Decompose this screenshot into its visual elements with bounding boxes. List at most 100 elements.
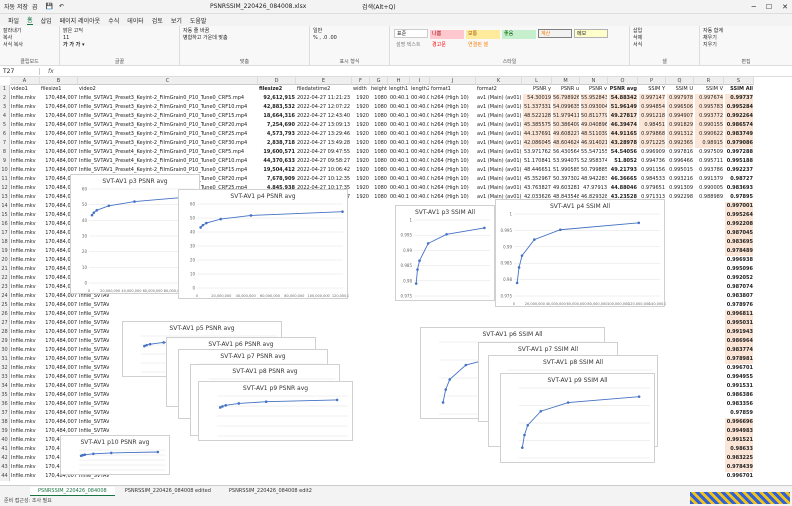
row-header[interactable]: 33 bbox=[0, 373, 10, 382]
table-cell[interactable]: 0.996938 bbox=[725, 256, 753, 265]
row-header[interactable]: 4 bbox=[0, 112, 10, 121]
table-cell[interactable]: h264 (High 10) bbox=[431, 157, 475, 166]
style-note[interactable]: 메모 bbox=[574, 29, 608, 38]
table-cell[interactable]: 1080 bbox=[371, 193, 387, 202]
table-cell[interactable]: 48.446651 bbox=[523, 166, 551, 175]
table-cell[interactable]: 170,484,007 bbox=[41, 364, 77, 373]
table-cell[interactable]: 00:40.0 bbox=[411, 148, 429, 157]
chart[interactable]: SVT-AV1 p4 PSNR avg 0 10 20 30 40 50 60 0 20,000,… bbox=[178, 189, 349, 299]
table-cell[interactable]: 1080 bbox=[371, 103, 387, 112]
table-cell[interactable]: 00:40.0 bbox=[411, 175, 429, 184]
table-cell[interactable]: 0.97895 bbox=[725, 193, 753, 202]
column-title[interactable]: SSIM Y bbox=[639, 85, 665, 94]
table-cell[interactable]: 54.30019 bbox=[523, 94, 551, 103]
table-cell[interactable]: Infile_SVTAV bbox=[79, 337, 109, 346]
table-cell[interactable]: 0.997288 bbox=[725, 148, 753, 157]
row-header[interactable]: 26 bbox=[0, 310, 10, 319]
table-cell[interactable]: h264 (High 10) bbox=[431, 130, 475, 139]
table-cell[interactable]: 55.952843 bbox=[581, 94, 607, 103]
column-header[interactable]: H bbox=[388, 77, 410, 85]
table-cell[interactable]: 48.522128 bbox=[523, 112, 551, 121]
table-cell[interactable]: 00:40.1 bbox=[389, 184, 409, 193]
table-cell[interactable]: Infile.mkv bbox=[11, 274, 39, 283]
table-cell[interactable]: 0.99737 bbox=[725, 94, 753, 103]
row-header[interactable]: 25 bbox=[0, 301, 10, 310]
table-cell[interactable]: 1920 bbox=[353, 166, 369, 175]
row-header[interactable]: 31 bbox=[0, 355, 10, 364]
table-cell[interactable]: 19,504,412 bbox=[259, 166, 295, 175]
row-header[interactable]: 32 bbox=[0, 364, 10, 373]
row-header[interactable]: 9 bbox=[0, 157, 10, 166]
table-cell[interactable]: Infile.mkv bbox=[11, 301, 39, 310]
row-header[interactable]: 6 bbox=[0, 130, 10, 139]
table-cell[interactable]: Infile.mkv bbox=[11, 292, 39, 301]
table-cell[interactable]: Infile_SVTAV bbox=[79, 373, 109, 382]
table-cell[interactable]: Infile_SVTAV bbox=[79, 346, 109, 355]
chart[interactable]: SVT-AV1 p9 PSNR avg bbox=[198, 381, 353, 441]
table-cell[interactable]: 0.997509 bbox=[695, 148, 723, 157]
delete-cells-button[interactable]: 삭제 bbox=[633, 35, 696, 42]
table-cell[interactable]: Infile_SVTAV1_Preset3_Keyint-2_FilmGrain… bbox=[79, 94, 257, 103]
table-cell[interactable]: 170,484,007 bbox=[41, 418, 77, 427]
table-cell[interactable]: 0.991309 bbox=[667, 184, 693, 193]
table-cell[interactable]: Infile.mkv bbox=[11, 364, 39, 373]
table-cell[interactable]: 1920 bbox=[353, 184, 369, 193]
autosum-button[interactable]: 자동 합계 bbox=[703, 28, 789, 35]
table-cell[interactable]: 0.991531 bbox=[725, 382, 753, 391]
row-header[interactable]: 41 bbox=[0, 445, 10, 454]
column-header[interactable]: R bbox=[694, 77, 724, 85]
table-cell[interactable]: 0.990155 bbox=[695, 121, 723, 130]
table-cell[interactable]: 2022-04-27 12:07:22 bbox=[297, 103, 351, 112]
bold-button[interactable]: 가 가 가 ▾ bbox=[63, 42, 176, 49]
table-cell[interactable]: 00:40.0 bbox=[411, 130, 429, 139]
spreadsheet-grid[interactable]: A B C D E F G H I J K L M N O P Q R S 1 2 3 4 5 6 7 8 9 10 11 12 13 14 15… bbox=[0, 77, 792, 485]
table-cell[interactable]: 1920 bbox=[353, 175, 369, 184]
table-cell[interactable]: 1080 bbox=[371, 139, 387, 148]
row-header[interactable]: 30 bbox=[0, 346, 10, 355]
table-cell[interactable]: 00:40.1 bbox=[389, 121, 409, 130]
table-cell[interactable]: 00:40.1 bbox=[389, 193, 409, 202]
table-cell[interactable]: Infile.mkv bbox=[11, 454, 39, 463]
table-cell[interactable]: 43.28978 bbox=[609, 139, 637, 148]
table-cell[interactable]: av1 (Main) (av01) bbox=[477, 121, 521, 130]
row-header[interactable]: 39 bbox=[0, 427, 10, 436]
ribbon-tab[interactable]: 수식 bbox=[108, 16, 119, 25]
column-title[interactable]: filesize1 bbox=[41, 85, 77, 94]
column-header[interactable]: O bbox=[608, 77, 638, 85]
table-cell[interactable]: Infile.mkv bbox=[11, 112, 39, 121]
table-cell[interactable]: Infile_SVTAV bbox=[79, 400, 109, 409]
row-header[interactable]: 43 bbox=[0, 463, 10, 472]
column-header[interactable]: D bbox=[258, 77, 296, 85]
sheet-tab[interactable]: PSNRSSIM_220426_084008 edit2 bbox=[221, 487, 320, 495]
column-header[interactable]: E bbox=[296, 77, 352, 85]
table-cell[interactable]: Infile.mkv bbox=[11, 229, 39, 238]
table-cell[interactable]: Infile_SVTAV bbox=[79, 355, 109, 364]
row-header[interactable]: 1 bbox=[0, 85, 10, 94]
table-cell[interactable]: h264 (High 10) bbox=[431, 121, 475, 130]
table-cell[interactable]: 0.994955 bbox=[725, 373, 753, 382]
table-cell[interactable]: 00:40.1 bbox=[389, 175, 409, 184]
table-cell[interactable]: av1 (Main) (av01) bbox=[477, 175, 521, 184]
table-cell[interactable]: 49.040896 bbox=[581, 121, 607, 130]
table-cell[interactable]: 49.603281 bbox=[553, 184, 579, 193]
table-cell[interactable]: 0.995264 bbox=[725, 211, 753, 220]
column-title[interactable]: video2 bbox=[79, 85, 257, 94]
table-cell[interactable]: Infile_SVTAV bbox=[79, 391, 109, 400]
table-cell[interactable]: 46.39474 bbox=[609, 121, 637, 130]
table-cell[interactable]: 92,612,915 bbox=[259, 94, 295, 103]
table-cell[interactable]: 1080 bbox=[371, 157, 387, 166]
table-cell[interactable]: 2,838,718 bbox=[259, 139, 295, 148]
row-header[interactable]: 38 bbox=[0, 418, 10, 427]
table-cell[interactable]: 2022-04-27 11:21:23 bbox=[297, 94, 351, 103]
table-cell[interactable]: 46.914021 bbox=[581, 139, 607, 148]
table-cell[interactable]: 0.994736 bbox=[639, 157, 665, 166]
table-cell[interactable]: 00:40.1 bbox=[389, 103, 409, 112]
table-cell[interactable]: 0.996701 bbox=[725, 364, 753, 373]
row-header[interactable]: 15 bbox=[0, 211, 10, 220]
cut-button[interactable]: 잘라내기 bbox=[3, 28, 56, 35]
table-cell[interactable]: 0.996696 bbox=[725, 418, 753, 427]
table-cell[interactable]: 170,484,007 bbox=[41, 346, 77, 355]
table-cell[interactable]: 0.983356 bbox=[725, 400, 753, 409]
column-title[interactable]: length2 bbox=[411, 85, 429, 94]
table-cell[interactable]: 44.137691 bbox=[523, 130, 551, 139]
